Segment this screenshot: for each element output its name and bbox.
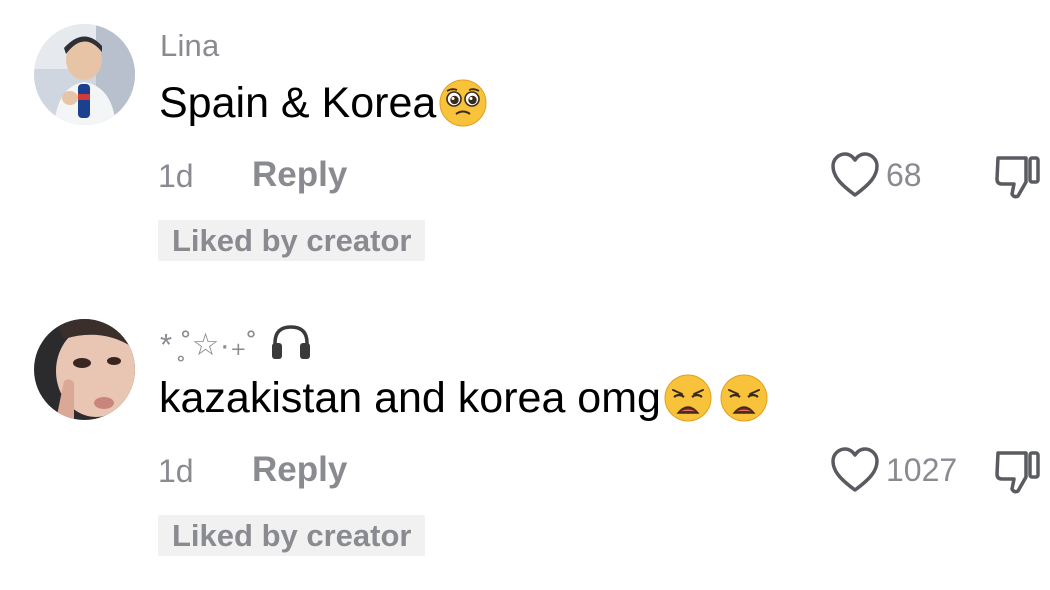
like-button[interactable]: 68 [830,152,922,198]
comment-item: Lina Spain & Korea 1d Reply 68 Liked by … [0,0,1050,290]
comment-timestamp: 1d [158,453,194,489]
comment-username[interactable]: Lina [160,28,219,64]
liked-by-creator-badge: Liked by creator [158,220,426,261]
pleading-face-emoji-icon [439,79,487,127]
like-button[interactable]: 1027 [830,447,957,493]
headphones-icon [272,325,311,359]
liked-by-creator-badge: Liked by creator [158,515,426,556]
avatar[interactable] [34,319,135,420]
comment-text-content: Spain & Korea [159,78,437,127]
comment-text-content: kazakistan and korea omg [159,373,661,422]
heart-icon [831,447,879,492]
comment-text: kazakistan and korea omg [159,373,769,423]
like-count: 1027 [886,451,958,488]
heart-icon [831,152,879,197]
avatar[interactable] [34,24,135,125]
comment-username[interactable]: * ̥˚☆·₊˚ [160,323,312,363]
dislike-icon[interactable] [994,154,1042,200]
dislike-icon[interactable] [994,449,1042,495]
reply-button[interactable]: Reply [252,155,347,195]
like-count: 68 [886,156,922,193]
comment-text: Spain & Korea [159,78,488,128]
weary-face-emoji-icon [720,374,768,422]
comment-item: * ̥˚☆·₊˚ kazakistan and korea omg 1d Rep… [0,295,1050,585]
comment-timestamp: 1d [158,158,194,194]
weary-face-emoji-icon [664,374,712,422]
comment-username-text: * ̥˚☆·₊˚ [160,327,258,362]
reply-button[interactable]: Reply [252,450,347,490]
